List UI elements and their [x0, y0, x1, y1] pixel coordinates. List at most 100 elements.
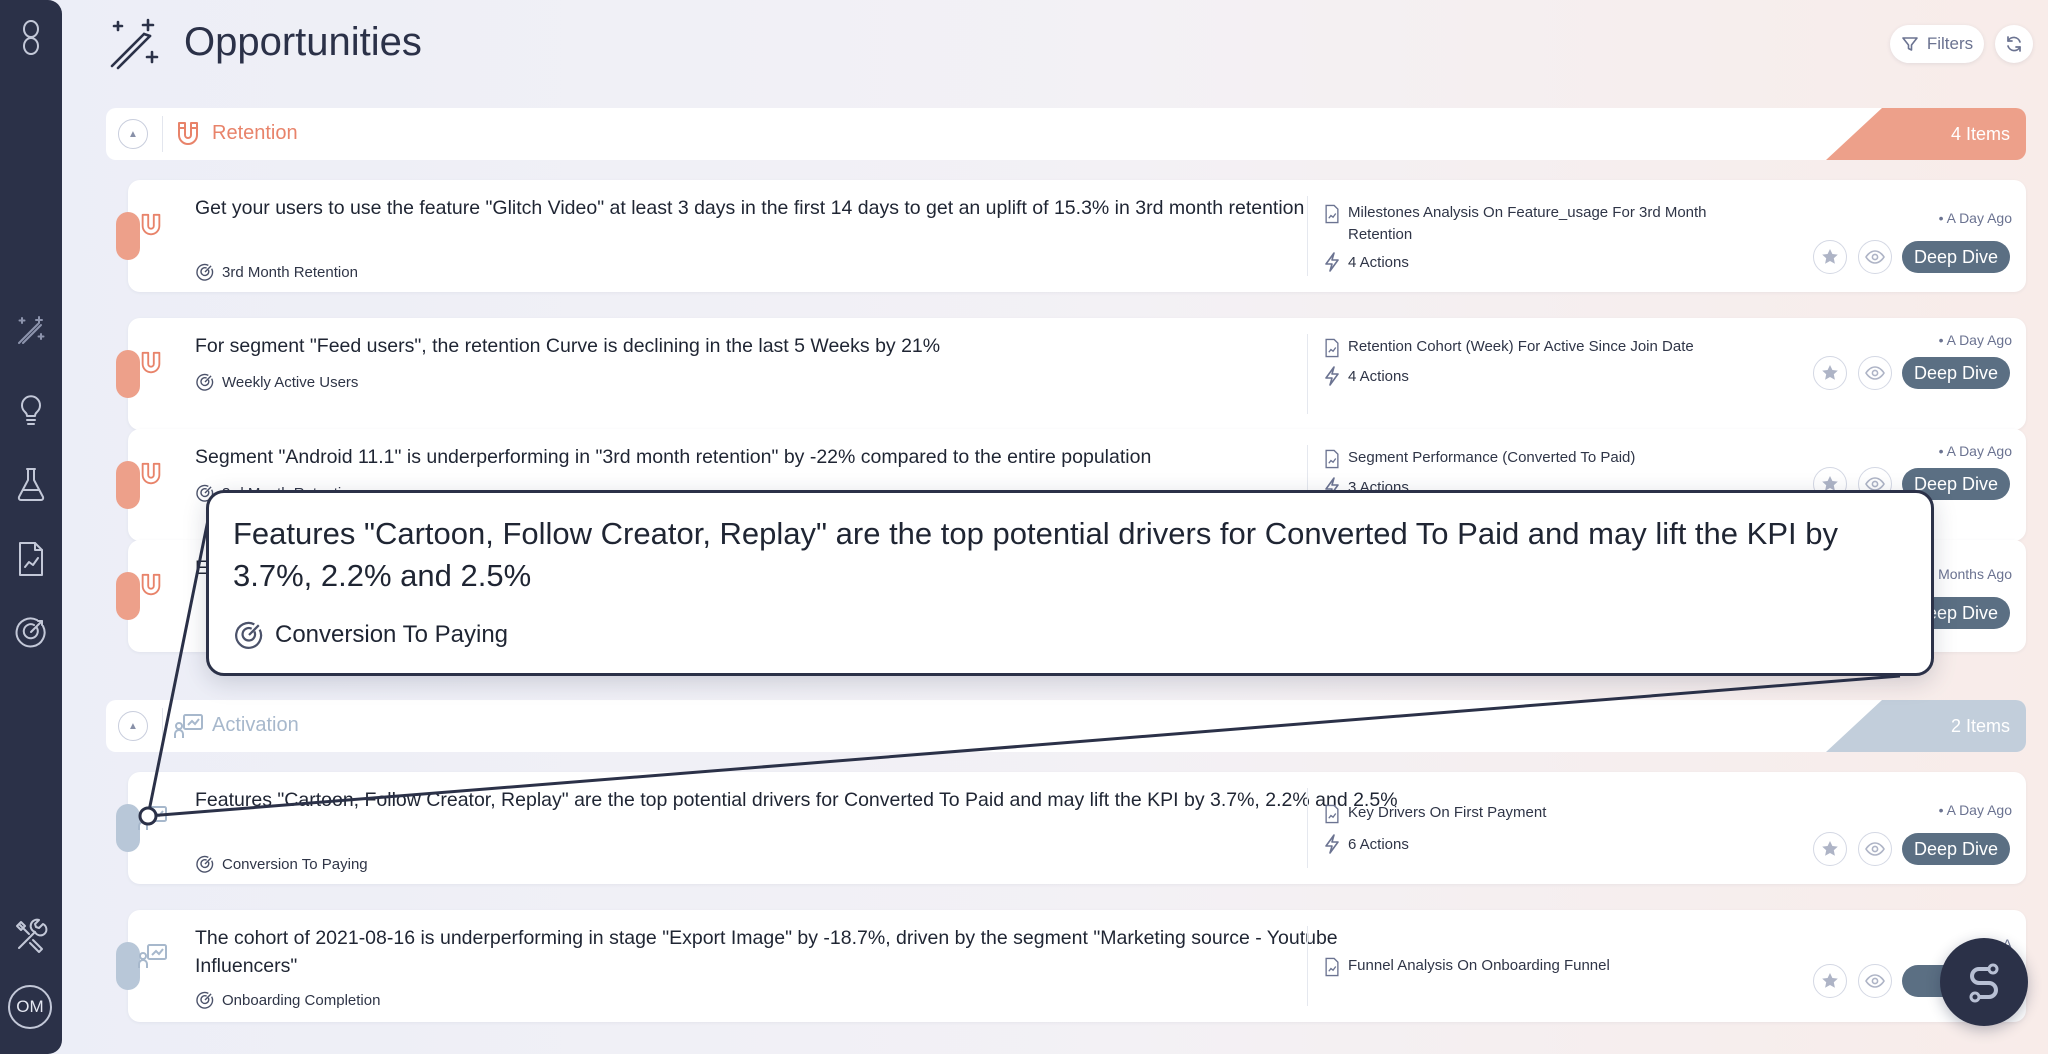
- deep-dive-button[interactable]: Deep Dive: [1902, 357, 2010, 389]
- assistant-bot-button[interactable]: [1940, 938, 2028, 1026]
- status-dot: [116, 804, 140, 852]
- magnet-icon: [138, 461, 164, 492]
- source-text: Funnel Analysis On Onboarding Funnel: [1348, 957, 1610, 974]
- kpi-text: 3rd Month Retention: [222, 263, 358, 281]
- actions-text: 4 Actions: [1348, 367, 1409, 385]
- divider: [1307, 926, 1308, 1006]
- section-header-activation: ▲ Activation 2 Items: [106, 700, 2026, 752]
- opportunity-card[interactable]: Features "Cartoon, Follow Creator, Repla…: [116, 772, 2026, 884]
- section-count: 4 Items: [1826, 108, 2026, 160]
- view-button[interactable]: [1858, 240, 1892, 274]
- kpi-label: Conversion To Paying: [195, 854, 368, 874]
- timestamp: Months Ago: [1938, 566, 2012, 582]
- callout-text: Features "Cartoon, Follow Creator, Repla…: [233, 516, 1838, 593]
- report-icon: [1325, 449, 1339, 469]
- target-icon: [196, 991, 214, 1009]
- lightbulb-icon[interactable]: [0, 392, 62, 426]
- deep-dive-button[interactable]: Deep Dive: [1902, 833, 2010, 865]
- callout-kpi: Conversion To Paying: [233, 619, 508, 651]
- eye-icon: [1865, 477, 1885, 491]
- star-button[interactable]: [1813, 356, 1847, 390]
- flask-icon[interactable]: [0, 466, 62, 502]
- actions-count[interactable]: 4 Actions: [1324, 252, 1409, 272]
- opportunity-text: Get your users to use the feature "Glitc…: [195, 197, 1305, 219]
- magic-wand-icon[interactable]: [0, 314, 62, 348]
- tools-icon[interactable]: [0, 918, 62, 954]
- star-icon: [1822, 841, 1838, 856]
- bolt-icon: [1325, 252, 1339, 272]
- section-title: Activation: [212, 714, 299, 736]
- refresh-button[interactable]: [1995, 25, 2033, 63]
- opportunity-text: The cohort of 2021-08-16 is underperform…: [195, 927, 1338, 977]
- actions-text: 4 Actions: [1348, 253, 1409, 271]
- timestamp: • A Day Ago: [1938, 332, 2012, 348]
- status-dot: [116, 942, 140, 990]
- analysis-source[interactable]: Funnel Analysis On Onboarding Funnel: [1324, 955, 1744, 977]
- report-icon: [1325, 957, 1339, 977]
- star-icon: [1822, 973, 1838, 988]
- collapse-toggle[interactable]: ▲: [118, 711, 148, 741]
- view-button[interactable]: [1858, 832, 1892, 866]
- kpi-text: Weekly Active Users: [222, 373, 359, 391]
- divider: [1307, 196, 1308, 276]
- filters-label: Filters: [1926, 34, 1974, 53]
- opportunity-card[interactable]: Get your users to use the feature "Glitc…: [116, 180, 2026, 292]
- analysis-source[interactable]: Key Drivers On First Payment: [1324, 802, 1744, 824]
- avatar[interactable]: OM: [8, 985, 52, 1029]
- s-logo-icon: [1969, 963, 1999, 1003]
- star-button[interactable]: [1813, 832, 1847, 866]
- actions-count[interactable]: 6 Actions: [1324, 834, 1409, 854]
- view-button[interactable]: [1858, 356, 1892, 390]
- magnet-icon: [138, 212, 164, 243]
- callout-kpi-text: Conversion To Paying: [275, 621, 509, 648]
- star-icon: [1822, 365, 1838, 380]
- divider: [1307, 334, 1308, 414]
- divider: [1307, 788, 1308, 868]
- filters-button[interactable]: Filters: [1890, 25, 1984, 63]
- divider: [162, 116, 163, 152]
- kpi-text: Onboarding Completion: [222, 991, 381, 1009]
- eye-icon: [1865, 974, 1885, 988]
- opportunity-card[interactable]: The cohort of 2021-08-16 is underperform…: [116, 910, 2026, 1022]
- deep-dive-button[interactable]: Deep Dive: [1902, 241, 2010, 273]
- opportunity-text: Segment "Android 11.1" is underperformin…: [195, 446, 1152, 468]
- actions-count[interactable]: 4 Actions: [1324, 366, 1409, 386]
- presentation-chart-icon: [174, 712, 204, 745]
- bolt-icon: [1325, 366, 1339, 386]
- star-button[interactable]: [1813, 964, 1847, 998]
- section-count: 2 Items: [1826, 700, 2026, 752]
- collapse-toggle[interactable]: ▲: [118, 119, 148, 149]
- section-header-retention: ▲ Retention 4 Items: [106, 108, 2026, 160]
- section-title: Retention: [212, 122, 298, 144]
- source-text: Segment Performance (Converted To Paid): [1348, 449, 1636, 466]
- presentation-chart-icon: [138, 942, 168, 975]
- analysis-source[interactable]: Segment Performance (Converted To Paid): [1324, 447, 1744, 469]
- magnet-icon: [138, 350, 164, 381]
- report-icon: [1325, 338, 1339, 358]
- star-button[interactable]: [1813, 240, 1847, 274]
- analysis-source[interactable]: Milestones Analysis On Feature_usage For…: [1324, 202, 1744, 246]
- report-icon[interactable]: [0, 541, 62, 577]
- timestamp: • A Day Ago: [1938, 443, 2012, 459]
- analysis-source[interactable]: Retention Cohort (Week) For Active Since…: [1324, 336, 1744, 358]
- report-icon: [1325, 804, 1339, 824]
- divider: [162, 708, 163, 744]
- opportunity-text: Features "Cartoon, Follow Creator, Repla…: [195, 789, 1398, 811]
- bolt-icon: [1325, 834, 1339, 854]
- target-icon: [196, 855, 214, 873]
- filter-icon: [1902, 37, 1918, 51]
- logo-icon[interactable]: [0, 18, 62, 58]
- status-dot: [116, 212, 140, 260]
- sidebar: OM: [0, 0, 62, 1054]
- star-icon: [1822, 249, 1838, 264]
- status-dot: [116, 461, 140, 509]
- page-title: Opportunities: [184, 20, 422, 64]
- opportunity-card[interactable]: For segment "Feed users", the retention …: [116, 318, 2026, 430]
- magnet-icon: [138, 572, 164, 603]
- kpi-label: Onboarding Completion: [195, 990, 380, 1010]
- view-button[interactable]: [1858, 964, 1892, 998]
- target-icon: [196, 373, 214, 391]
- source-text: Key Drivers On First Payment: [1348, 804, 1547, 821]
- target-icon[interactable]: [0, 614, 62, 650]
- kpi-label: 3rd Month Retention: [195, 262, 358, 282]
